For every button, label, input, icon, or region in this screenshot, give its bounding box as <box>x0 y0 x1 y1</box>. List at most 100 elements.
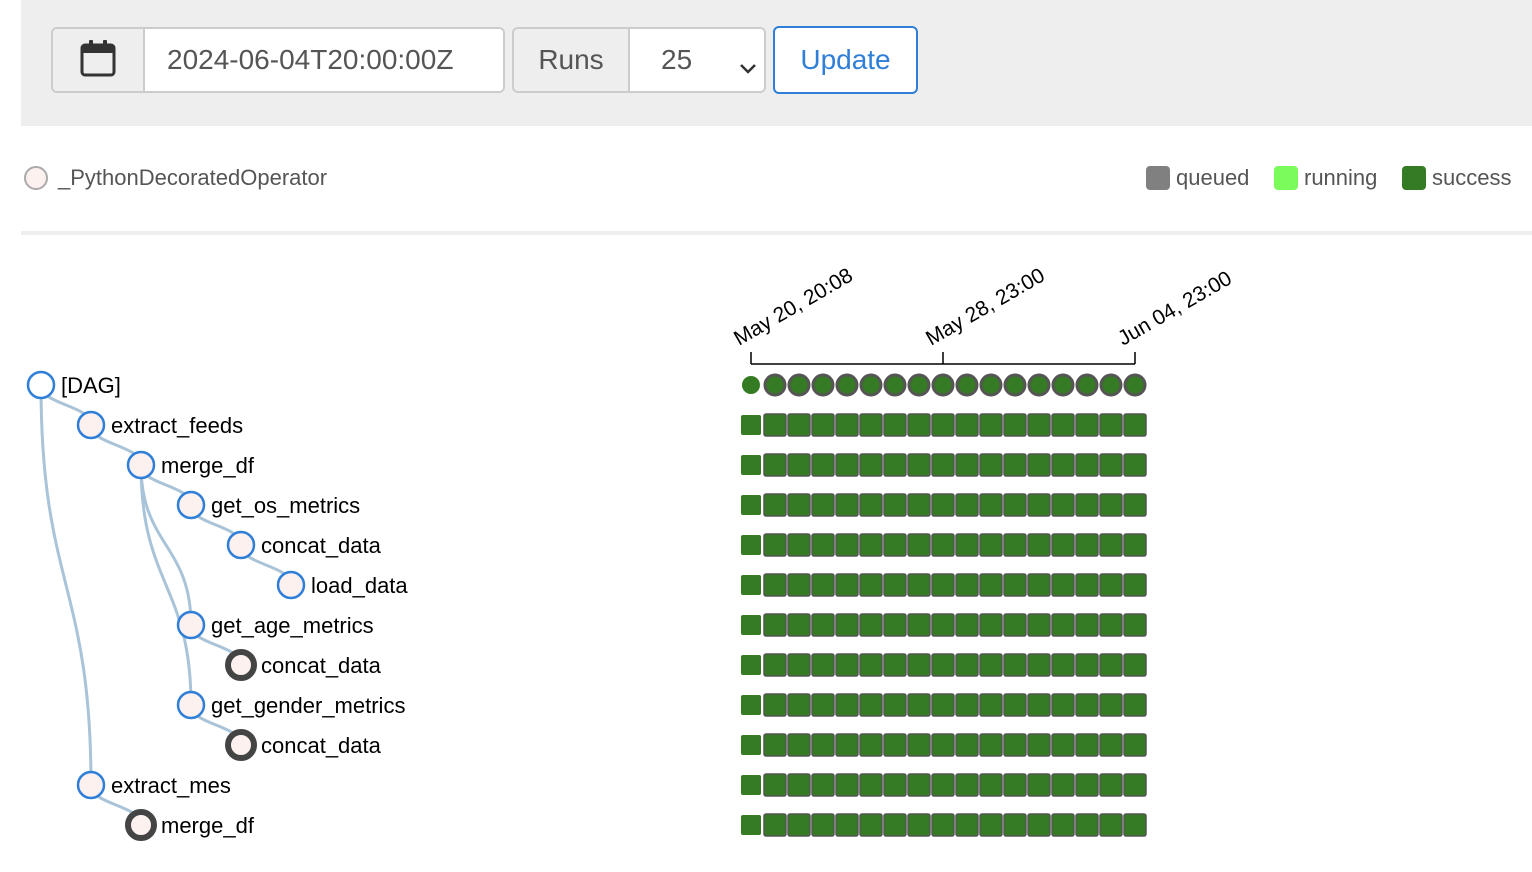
task-instance-square[interactable] <box>955 453 979 477</box>
dag-run-circle[interactable] <box>1003 373 1027 397</box>
task-instance-square[interactable] <box>859 733 883 757</box>
task-instance-square[interactable] <box>835 493 859 517</box>
task-instance-square[interactable] <box>1075 533 1099 557</box>
task-instance-square[interactable] <box>883 573 907 597</box>
task-instance-square[interactable] <box>1123 453 1147 477</box>
task-instance-square[interactable] <box>835 693 859 717</box>
task-instance-square[interactable] <box>1027 733 1051 757</box>
task-instance-square[interactable] <box>907 773 931 797</box>
task-instance-square[interactable] <box>1051 453 1075 477</box>
task-instance-square[interactable] <box>1099 813 1123 837</box>
dag-run-circle[interactable] <box>1075 373 1099 397</box>
task-instance-square[interactable] <box>1027 693 1051 717</box>
task-instance-square[interactable] <box>741 535 761 555</box>
task-instance-square[interactable] <box>1075 493 1099 517</box>
task-instance-square[interactable] <box>835 813 859 837</box>
task-instance-square[interactable] <box>859 693 883 717</box>
task-instance-square[interactable] <box>787 813 811 837</box>
dag-run-circle[interactable] <box>931 373 955 397</box>
task-instance-square[interactable] <box>859 813 883 837</box>
task-instance-square[interactable] <box>741 575 761 595</box>
task-instance-square[interactable] <box>763 773 787 797</box>
task-instance-square[interactable] <box>741 735 761 755</box>
task-instance-square[interactable] <box>1075 453 1099 477</box>
task-instance-square[interactable] <box>1003 773 1027 797</box>
task-instance-square[interactable] <box>1123 413 1147 437</box>
task-instance-square[interactable] <box>1123 533 1147 557</box>
task-node[interactable] <box>226 530 256 560</box>
task-instance-square[interactable] <box>1027 493 1051 517</box>
task-instance-square[interactable] <box>1099 533 1123 557</box>
task-instance-square[interactable] <box>979 693 1003 717</box>
task-instance-square[interactable] <box>859 413 883 437</box>
dag-run-circle[interactable] <box>1123 373 1147 397</box>
task-instance-square[interactable] <box>1099 653 1123 677</box>
task-instance-square[interactable] <box>979 493 1003 517</box>
task-instance-square[interactable] <box>883 773 907 797</box>
task-instance-square[interactable] <box>835 533 859 557</box>
dag-run-circle[interactable] <box>883 373 907 397</box>
task-instance-square[interactable] <box>907 733 931 757</box>
task-instance-square[interactable] <box>907 453 931 477</box>
dag-run-circle[interactable] <box>955 373 979 397</box>
task-instance-square[interactable] <box>979 613 1003 637</box>
dag-run-circle[interactable] <box>835 373 859 397</box>
task-instance-square[interactable] <box>1051 653 1075 677</box>
task-instance-square[interactable] <box>931 653 955 677</box>
task-instance-square[interactable] <box>787 533 811 557</box>
task-instance-square[interactable] <box>1123 653 1147 677</box>
task-instance-square[interactable] <box>979 773 1003 797</box>
task-instance-square[interactable] <box>835 453 859 477</box>
task-instance-square[interactable] <box>763 613 787 637</box>
task-instance-square[interactable] <box>1075 613 1099 637</box>
dag-run-circle[interactable] <box>1027 373 1051 397</box>
task-instance-square[interactable] <box>979 733 1003 757</box>
task-instance-square[interactable] <box>787 733 811 757</box>
task-instance-square[interactable] <box>787 413 811 437</box>
task-instance-square[interactable] <box>955 693 979 717</box>
task-instance-square[interactable] <box>1099 573 1123 597</box>
task-instance-square[interactable] <box>883 453 907 477</box>
task-instance-square[interactable] <box>741 495 761 515</box>
task-instance-square[interactable] <box>1003 693 1027 717</box>
task-instance-square[interactable] <box>741 815 761 835</box>
task-instance-square[interactable] <box>883 493 907 517</box>
task-instance-square[interactable] <box>811 733 835 757</box>
task-instance-square[interactable] <box>1051 573 1075 597</box>
task-instance-square[interactable] <box>859 533 883 557</box>
task-instance-square[interactable] <box>835 613 859 637</box>
task-instance-square[interactable] <box>955 573 979 597</box>
task-instance-square[interactable] <box>1003 653 1027 677</box>
task-instance-square[interactable] <box>907 613 931 637</box>
task-instance-square[interactable] <box>1027 653 1051 677</box>
task-instance-square[interactable] <box>811 493 835 517</box>
task-instance-square[interactable] <box>1123 733 1147 757</box>
task-instance-square[interactable] <box>859 613 883 637</box>
task-instance-square[interactable] <box>883 613 907 637</box>
task-instance-square[interactable] <box>883 733 907 757</box>
task-instance-square[interactable] <box>1051 533 1075 557</box>
task-instance-square[interactable] <box>1003 813 1027 837</box>
task-instance-square[interactable] <box>1075 573 1099 597</box>
task-instance-square[interactable] <box>1075 813 1099 837</box>
task-instance-square[interactable] <box>1123 613 1147 637</box>
dag-run-circle[interactable] <box>811 373 835 397</box>
task-instance-square[interactable] <box>907 653 931 677</box>
task-instance-square[interactable] <box>763 533 787 557</box>
task-instance-square[interactable] <box>859 653 883 677</box>
task-instance-square[interactable] <box>787 453 811 477</box>
task-instance-square[interactable] <box>979 453 1003 477</box>
task-instance-square[interactable] <box>931 693 955 717</box>
task-instance-square[interactable] <box>1099 453 1123 477</box>
task-instance-square[interactable] <box>1027 413 1051 437</box>
task-instance-square[interactable] <box>931 613 955 637</box>
task-instance-square[interactable] <box>883 413 907 437</box>
task-instance-square[interactable] <box>1051 773 1075 797</box>
task-node[interactable] <box>225 649 257 681</box>
task-node[interactable] <box>76 770 106 800</box>
task-instance-square[interactable] <box>835 773 859 797</box>
task-instance-square[interactable] <box>835 653 859 677</box>
task-instance-square[interactable] <box>1123 813 1147 837</box>
task-instance-square[interactable] <box>1003 493 1027 517</box>
task-node[interactable] <box>126 450 156 480</box>
